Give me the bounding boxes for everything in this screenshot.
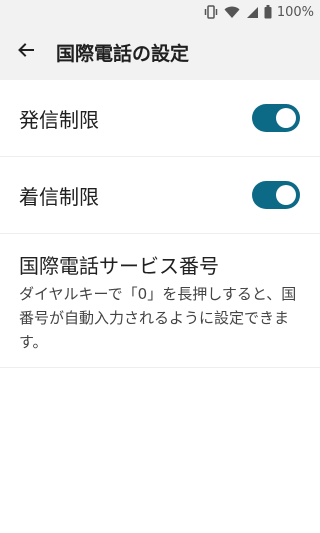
outgoing-restriction-label: 発信制限 [19,107,99,132]
setting-row-incoming-restriction[interactable]: 着信制限 [0,157,320,234]
intl-service-number-title: 国際電話サービス番号 [19,254,219,278]
back-button[interactable] [0,24,52,80]
screen: 100% 国際電話の設定 発信制限 着信制限 国際電話サービス番号 ダイヤルキー… [0,0,320,533]
outgoing-restriction-toggle[interactable] [252,104,300,132]
setting-row-intl-service-number[interactable]: 国際電話サービス番号 ダイヤルキーで「0」を長押しすると、国番号が自動入力される… [0,234,320,368]
vibrate-icon [203,5,219,19]
app-bar: 国際電話の設定 [0,24,320,80]
incoming-restriction-toggle[interactable] [252,181,300,209]
incoming-restriction-label: 着信制限 [19,184,99,209]
toggle-knob [276,108,296,128]
battery-icon [264,5,272,19]
status-bar: 100% [0,0,320,24]
intl-service-number-description: ダイヤルキーで「0」を長押しすると、国番号が自動入力されるように設定できます。 [19,285,297,351]
battery-percentage: 100% [276,4,314,20]
wifi-icon [224,6,240,19]
arrow-left-icon [17,41,35,63]
signal-icon [245,6,259,19]
toggle-knob [276,185,296,205]
setting-row-outgoing-restriction[interactable]: 発信制限 [0,80,320,157]
settings-list: 発信制限 着信制限 国際電話サービス番号 ダイヤルキーで「0」を長押しすると、国… [0,80,320,368]
page-title: 国際電話の設定 [56,42,190,65]
